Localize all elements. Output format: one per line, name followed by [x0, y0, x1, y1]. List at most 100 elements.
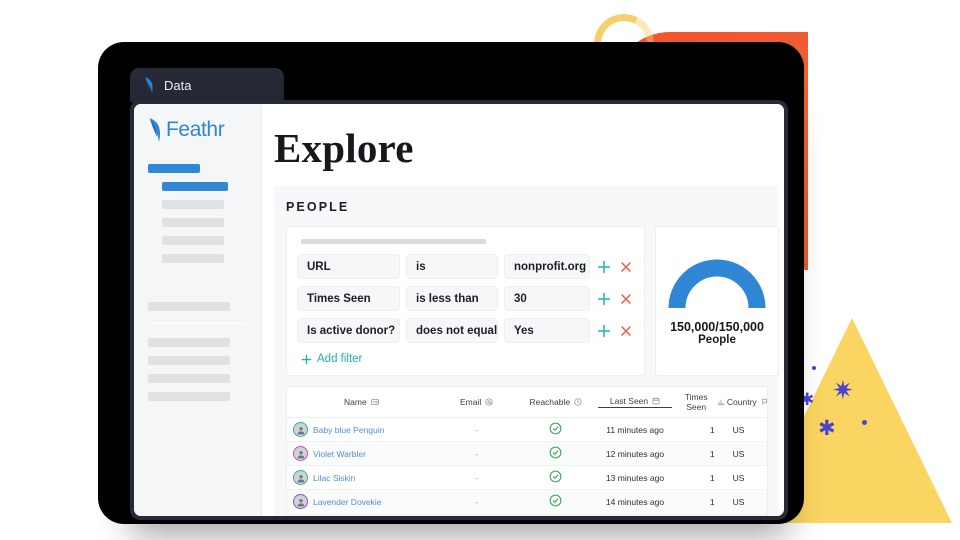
blue-star-small-icon: ✱ [818, 416, 836, 440]
filter-panel: URL is nonprofit.org Times Seen is less … [286, 226, 645, 376]
cell-name[interactable]: Violet Warbler [287, 441, 436, 466]
close-icon[interactable] [618, 323, 634, 339]
sidebar-item-active-2[interactable] [162, 182, 228, 191]
section-heading: PEOPLE [286, 200, 350, 214]
gauge-unit-label: People [698, 334, 736, 346]
filters-and-gauge-row: URL is nonprofit.org Times Seen is less … [274, 226, 779, 376]
filter-value-input[interactable]: Yes [504, 318, 590, 343]
sidebar-item-5[interactable] [162, 236, 224, 245]
gauge-value-label: 150,000/150,000 [670, 320, 764, 334]
filter-operator-select[interactable]: is less than [406, 286, 498, 311]
people-table-container: Name Email Reachable Last Seen Times See… [286, 386, 768, 516]
clock-icon [574, 398, 582, 406]
cell-name[interactable]: Lavender Dovekie [287, 489, 436, 514]
filter-row: URL is nonprofit.org [297, 254, 634, 279]
table-row[interactable]: Violet Warbler - 12 minutes ago 1 US [287, 441, 767, 466]
avatar [293, 422, 308, 437]
cell-email: - [435, 489, 518, 514]
plus-icon[interactable] [596, 323, 612, 339]
cell-reachable [517, 513, 595, 515]
check-circle-icon [549, 422, 562, 435]
cell-times-seen: 1 [675, 489, 729, 514]
page-title: Explore [274, 125, 414, 171]
person-name-link[interactable]: Baby blue Penguin [313, 425, 384, 435]
cell-times-seen: 1 [675, 465, 729, 490]
check-circle-icon [549, 446, 562, 459]
browser-tab-label: Data [164, 77, 192, 93]
filter-field-select[interactable]: Is active donor? [297, 318, 400, 343]
sidebar-item-7[interactable] [148, 302, 230, 311]
screenshot-stage: ✷ ✱ ✱ Data Feathr Explore PEOPLE URL is … [0, 0, 960, 540]
cell-reachable [517, 441, 595, 466]
add-filter-button[interactable]: Add filter [297, 350, 634, 367]
browser-tab[interactable]: Data [130, 68, 284, 102]
check-circle-icon [549, 494, 562, 507]
close-icon[interactable] [618, 259, 634, 275]
column-header-country[interactable]: Country [726, 387, 767, 418]
filter-value-input[interactable]: 30 [504, 286, 590, 311]
sidebar-item-3[interactable] [162, 200, 224, 209]
sidebar-item-10[interactable] [148, 374, 230, 383]
avatar [293, 470, 308, 485]
plus-icon[interactable] [596, 259, 612, 275]
column-header-reachable[interactable]: Reachable [517, 387, 595, 418]
blue-dot-2-icon [862, 420, 867, 425]
gauge-arc-icon [668, 259, 766, 309]
filter-row: Is active donor? does not equal Yes [297, 318, 634, 343]
blue-dot-1-icon [812, 366, 816, 370]
cell-name[interactable]: Lilac Siskin [287, 465, 436, 490]
filter-operator-select[interactable]: is [406, 254, 498, 279]
sidebar-item-9[interactable] [148, 356, 230, 365]
person-name-link[interactable]: Violet Warbler [313, 449, 366, 459]
browser-window: Feathr Explore PEOPLE URL is nonprofit.o… [130, 100, 788, 520]
sidebar-item-6[interactable] [162, 254, 224, 263]
cell-country: US [728, 441, 767, 466]
column-header-email[interactable]: Email [435, 387, 518, 418]
cell-reachable [517, 417, 595, 442]
brand-logo[interactable]: Feathr [148, 118, 249, 142]
cell-name[interactable]: Baby blue Penguin [287, 417, 436, 442]
cell-name[interactable]: Olive Albatross [287, 513, 436, 515]
filter-operator-select[interactable]: does not equal [406, 318, 498, 343]
cell-country: US [728, 417, 767, 442]
cell-email: - [435, 417, 518, 442]
table-header: Name Email Reachable Last Seen Times See… [287, 387, 767, 418]
table-row[interactable]: Lilac Siskin - 13 minutes ago 1 US [287, 465, 767, 490]
app-sidebar: Feathr [134, 104, 262, 516]
sidebar-item-4[interactable] [162, 218, 224, 227]
sidebar-item-11[interactable] [148, 392, 230, 401]
table-row[interactable]: Lavender Dovekie - 14 minutes ago 1 US [287, 489, 767, 514]
table-row[interactable]: Olive Albatross- 14 minutes ago1US [287, 513, 767, 515]
cell-email: - [435, 465, 518, 490]
filter-field-select[interactable]: URL [297, 254, 400, 279]
table-row[interactable]: Baby blue Penguin - 11 minutes ago 1 US [287, 417, 767, 442]
cell-last-seen: 11 minutes ago [594, 417, 676, 442]
cell-country: US [728, 513, 767, 515]
column-header-times-seen[interactable]: Times Seen [675, 387, 729, 418]
filter-value-input[interactable]: nonprofit.org [504, 254, 590, 279]
filter-progress-bar [301, 239, 486, 244]
close-icon[interactable] [618, 291, 634, 307]
flag-icon [762, 398, 767, 405]
person-name-link[interactable]: Lilac Siskin [313, 473, 356, 483]
cell-email: - [435, 441, 518, 466]
column-label-country: Country [726, 397, 757, 407]
column-header-name[interactable]: Name [287, 387, 436, 418]
sidebar-item-active-1[interactable] [148, 164, 200, 173]
column-label-name: Name [344, 397, 367, 407]
add-filter-label: Add filter [317, 353, 363, 365]
plus-icon[interactable] [596, 291, 612, 307]
cell-times-seen: 1 [675, 513, 729, 515]
filter-field-select[interactable]: Times Seen [297, 286, 400, 311]
people-count-gauge: 150,000/150,000 People [655, 226, 779, 376]
table-body: Baby blue Penguin -11 minutes ago 1 US Viole… [287, 417, 767, 515]
chart-icon [717, 399, 724, 405]
column-header-last-seen[interactable]: Last Seen [594, 387, 676, 418]
avatar [293, 494, 308, 509]
sidebar-item-8[interactable] [148, 338, 230, 347]
calendar-icon [652, 397, 660, 405]
person-name-link[interactable]: Lavender Dovekie [313, 497, 382, 507]
brand-wordmark: Feathr [166, 118, 225, 141]
column-label-times-seen: Times Seen [684, 392, 708, 412]
